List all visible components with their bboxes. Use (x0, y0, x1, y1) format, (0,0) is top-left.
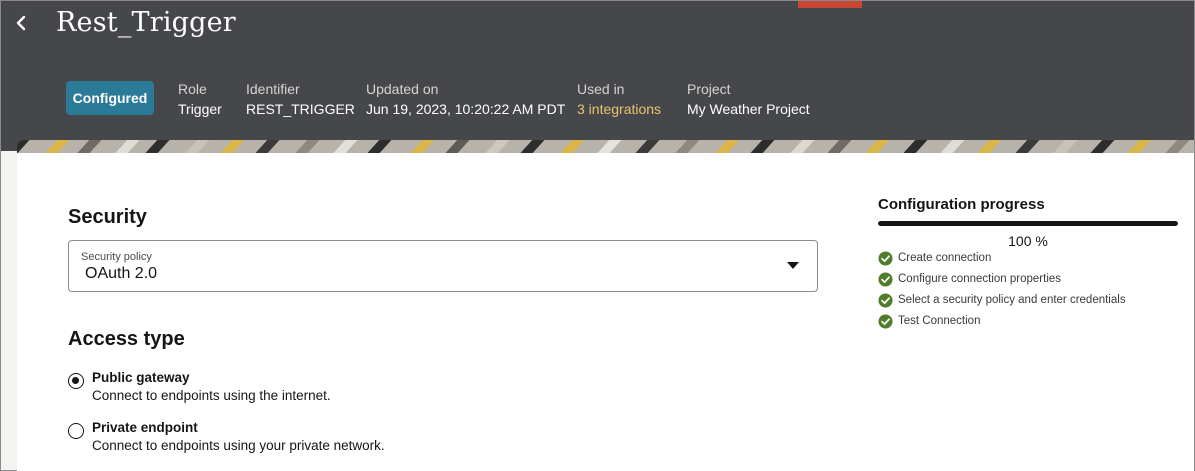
progress-step: Select a security policy and enter crede… (878, 292, 1126, 308)
configuration-progress-heading: Configuration progress (878, 196, 1045, 213)
radio-description: Connect to endpoints using your private … (92, 438, 385, 453)
meta-value: Trigger (178, 101, 222, 117)
page-header: Rest_Trigger Configured Role Trigger Ide… (1, 1, 1194, 151)
progress-bar-fill (878, 221, 1178, 226)
check-circle-icon (878, 250, 893, 266)
meta-value: Jun 19, 2023, 10:20:22 AM PDT (366, 101, 566, 117)
check-circle-icon (878, 292, 893, 308)
radio-button-checked[interactable] (68, 373, 84, 389)
meta-identifier: Identifier REST_TRIGGER (246, 80, 355, 119)
radio-description: Connect to endpoints using the internet. (92, 388, 331, 403)
decorative-banner-pattern (17, 140, 1194, 154)
progress-percent: 100 % (1008, 233, 1048, 249)
progress-step-label: Select a security policy and enter crede… (898, 294, 1126, 306)
progress-step: Create connection (878, 250, 991, 266)
check-circle-icon (878, 313, 893, 329)
progress-step: Test Connection (878, 313, 980, 329)
security-policy-label: Security policy (81, 251, 152, 263)
back-button[interactable] (9, 9, 33, 37)
accent-bar (798, 1, 862, 8)
page-title: Rest_Trigger (56, 7, 236, 38)
progress-step-label: Test Connection (898, 315, 981, 327)
security-heading: Security (68, 206, 147, 228)
status-badge: Configured (66, 81, 154, 115)
meta-label: Project (687, 81, 731, 97)
check-circle-icon (878, 271, 893, 287)
meta-label: Used in (577, 81, 625, 97)
progress-bar (878, 221, 1178, 226)
progress-step: Configure connection properties (878, 271, 1061, 287)
chevron-left-icon (16, 15, 26, 31)
security-policy-select[interactable]: Security policy OAuth 2.0 (68, 240, 818, 292)
used-in-link[interactable]: 3 integrations (577, 99, 661, 119)
meta-label: Updated on (366, 81, 439, 97)
radio-title: Private endpoint (92, 420, 198, 435)
access-type-heading: Access type (68, 328, 185, 350)
meta-updated-on: Updated on Jun 19, 2023, 10:20:22 AM PDT (366, 80, 565, 119)
progress-step-label: Create connection (898, 252, 992, 264)
radio-title: Public gateway (92, 370, 190, 385)
meta-role: Role Trigger (178, 80, 222, 119)
security-policy-value: OAuth 2.0 (85, 265, 158, 282)
meta-label: Role (178, 81, 207, 97)
progress-step-label: Configure connection properties (898, 273, 1062, 285)
meta-value: My Weather Project (687, 101, 810, 117)
radio-button-unchecked[interactable] (68, 423, 84, 439)
meta-value: REST_TRIGGER (246, 101, 355, 117)
meta-label: Identifier (246, 81, 300, 97)
meta-project: Project My Weather Project (687, 80, 810, 119)
caret-down-icon (787, 262, 799, 269)
meta-used-in: Used in 3 integrations (577, 80, 661, 119)
